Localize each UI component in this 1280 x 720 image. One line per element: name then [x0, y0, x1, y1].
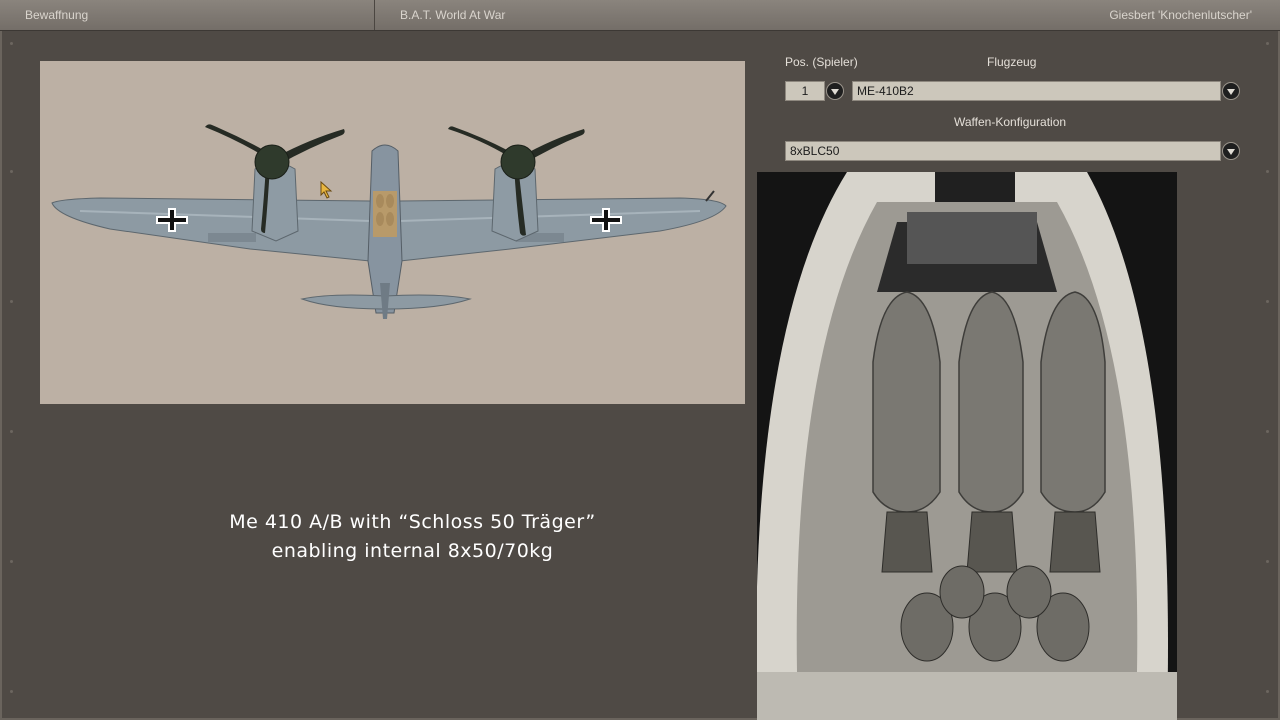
bomb-bay-photo: [757, 172, 1177, 720]
chevron-down-icon: [831, 89, 839, 95]
weapon-config-field[interactable]: 8xBLC50: [785, 141, 1221, 161]
rivet: [1266, 300, 1269, 303]
rivet: [1266, 560, 1269, 563]
aircraft-caption: Me 410 A/B with “Schloss 50 Träger” enab…: [140, 508, 685, 566]
player-name: Giesbert 'Knochenlutscher': [1109, 8, 1252, 22]
rivet: [10, 430, 13, 433]
section-title: Bewaffnung: [0, 0, 375, 30]
rivet: [10, 560, 13, 563]
weapon-config-dropdown-button[interactable]: [1222, 142, 1240, 160]
position-label: Pos. (Spieler): [785, 55, 858, 69]
chevron-down-icon: [1227, 89, 1235, 95]
rivet: [1266, 690, 1269, 693]
aircraft-label: Flugzeug: [987, 55, 1037, 69]
rivet: [1266, 42, 1269, 45]
chevron-down-icon: [1227, 149, 1235, 155]
bomb-bay-illustration: [757, 172, 1177, 720]
game-title: B.A.T. World At War: [400, 8, 506, 22]
rivet: [10, 42, 13, 45]
weapon-config-label: Waffen-Konfiguration: [954, 115, 1067, 129]
aircraft-dropdown-button[interactable]: [1222, 82, 1240, 100]
rivet: [10, 300, 13, 303]
rivet: [1266, 430, 1269, 433]
aircraft-field[interactable]: ME-410B2: [852, 81, 1221, 101]
caption-line-1: Me 410 A/B with “Schloss 50 Träger”: [229, 511, 596, 533]
mouse-pointer-icon: [320, 181, 333, 199]
aircraft-preview: [40, 61, 745, 404]
caption-line-2: enabling internal 8x50/70kg: [271, 540, 554, 562]
rivet: [1266, 170, 1269, 173]
position-field[interactable]: 1: [785, 81, 825, 101]
aircraft-illustration: [51, 124, 727, 319]
position-dropdown-button[interactable]: [826, 82, 844, 100]
title-bar: Bewaffnung B.A.T. World At War Giesbert …: [0, 0, 1280, 31]
rivet: [10, 170, 13, 173]
rivet: [10, 690, 13, 693]
